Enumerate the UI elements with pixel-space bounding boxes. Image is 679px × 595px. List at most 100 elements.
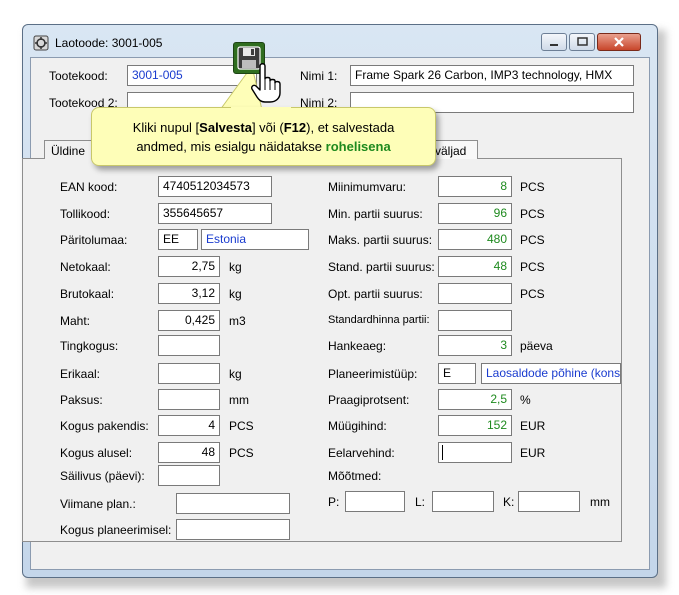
app-icon (33, 35, 49, 51)
p-label: P: (328, 495, 340, 509)
hand-pointer-icon (251, 63, 281, 103)
sailivus-label: Säilivus (päevi): (60, 469, 145, 483)
kogus-planeerimisel-field[interactable] (176, 519, 290, 540)
tooltip-text-a: Kliki nupul [ (132, 120, 200, 135)
miinimumvaru-label: Miinimumvaru: (328, 180, 407, 194)
maximize-icon (577, 37, 588, 46)
mm-unit: mm (590, 495, 610, 509)
netokaal-field[interactable]: 2,75 (158, 256, 220, 277)
muugihind-label: Müügihind: (328, 419, 387, 433)
maks-partii-unit: PCS (520, 233, 545, 247)
planeerimistuup-code-field[interactable]: E (438, 363, 476, 384)
tooltip-pointer-join (231, 107, 291, 109)
miinimumvaru-field[interactable]: 8 (438, 176, 512, 197)
sailivus-field[interactable] (158, 465, 220, 486)
ean-field[interactable]: 4740512034573 (158, 176, 272, 197)
erikaal-field[interactable] (158, 363, 220, 384)
text-cursor (442, 445, 443, 460)
tooltip-text-d: andmed, mis esialgu näidatakse (136, 139, 326, 154)
tooltip-bold-f12: F12 (283, 120, 307, 135)
k-label: K: (503, 495, 515, 509)
tooltip-bold-salvesta: Salvesta (199, 120, 252, 135)
tootekood-label: Tootekood: (49, 69, 108, 83)
kogus-alusel-label: Kogus alusel: (60, 446, 133, 460)
opt-partii-label: Opt. partii suurus: (328, 287, 423, 301)
opt-partii-field[interactable] (438, 283, 512, 304)
paritolumaa-name-field[interactable]: Estonia (201, 229, 309, 250)
min-partii-label: Min. partii suurus: (328, 207, 423, 221)
min-partii-field[interactable]: 96 (438, 203, 512, 224)
paritolumaa-code-field[interactable]: EE (158, 229, 198, 250)
standardhinna-partii-label: Standardhinna partii: (328, 314, 430, 326)
tab-uldine-label: Üldine (51, 144, 86, 158)
maht-field[interactable]: 0,425 (158, 310, 220, 331)
eelarvehind-unit: EUR (520, 446, 546, 460)
planeerimistuup-name-field[interactable]: Laosaldode põhine (konse (481, 363, 621, 384)
nimi1-field[interactable]: Frame Spark 26 Carbon, IMP3 technology, … (350, 65, 634, 86)
praagiprotsent-unit: % (520, 393, 531, 407)
maks-partii-label: Maks. partii suurus: (328, 233, 433, 247)
maht-label: Maht: (60, 314, 91, 328)
l-label: L: (415, 495, 426, 509)
erikaal-label: Erikaal: (60, 367, 101, 381)
close-button[interactable] (597, 33, 641, 51)
stand-partii-unit: PCS (520, 260, 545, 274)
kogus-pakendis-unit: PCS (229, 419, 254, 433)
praagiprotsent-label: Praagiprotsent: (328, 393, 410, 407)
erikaal-unit: kg (229, 367, 242, 381)
tooltip-line-1: Kliki nupul [Salvesta] või (F12), et sal… (92, 118, 435, 137)
tollikood-field[interactable]: 355645657 (158, 203, 272, 224)
praagiprotsent-field[interactable]: 2,5 (438, 389, 512, 410)
viimane-plan-label: Viimane plan.: (60, 497, 136, 511)
close-icon (614, 37, 624, 47)
kogus-planeerimisel-label: Kogus planeerimisel: (60, 523, 172, 537)
tooltip-text-c: ), et salvestada (306, 120, 395, 135)
stand-partii-label: Stand. partii suurus: (328, 260, 435, 274)
tooltip-green-word: rohelisena (325, 139, 391, 154)
brutokaal-unit: kg (229, 287, 242, 301)
brutokaal-field[interactable]: 3,12 (158, 283, 220, 304)
paksus-unit: mm (229, 393, 249, 407)
standardhinna-partii-field[interactable] (438, 310, 512, 331)
minimize-icon (550, 44, 558, 46)
hankeaeg-field[interactable]: 3 (438, 335, 512, 356)
kogus-alusel-unit: PCS (229, 446, 254, 460)
hankeaeg-unit: päeva (520, 339, 553, 353)
miinimumvaru-unit: PCS (520, 180, 545, 194)
kogus-pakendis-field[interactable]: 4 (158, 415, 220, 436)
planeerimistuup-label: Planeerimistüüp: (328, 367, 418, 381)
maks-partii-field[interactable]: 480 (438, 229, 512, 250)
minimize-button[interactable] (541, 33, 567, 51)
muugihind-field[interactable]: 152 (438, 415, 512, 436)
k-field[interactable] (518, 491, 580, 512)
opt-partii-unit: PCS (520, 287, 545, 301)
brutokaal-label: Brutokaal: (60, 287, 115, 301)
tab-uldine[interactable]: Üldine (44, 140, 92, 159)
tingkogus-field[interactable] (158, 335, 220, 356)
paritolumaa-label: Päritolumaa: (60, 233, 128, 247)
paksus-label: Paksus: (60, 393, 103, 407)
maximize-button[interactable] (569, 33, 595, 51)
viimane-plan-field[interactable] (176, 493, 290, 514)
p-field[interactable] (345, 491, 405, 512)
l-field[interactable] (432, 491, 494, 512)
netokaal-label: Netokaal: (60, 260, 111, 274)
tab-valjad-label: väljad (435, 144, 467, 158)
muugihind-unit: EUR (520, 419, 546, 433)
maht-unit: m3 (229, 314, 246, 328)
kogus-alusel-field[interactable]: 48 (158, 442, 220, 463)
tooltip-text-b: ] või ( (251, 120, 284, 135)
tingkogus-label: Tingkogus: (60, 339, 119, 353)
nimi1-label: Nimi 1: (300, 69, 338, 83)
kogus-pakendis-label: Kogus pakendis: (60, 419, 149, 433)
mootmed-label: Mõõtmed: (328, 469, 382, 483)
save-hint-tooltip: Kliki nupul [Salvesta] või (F12), et sal… (91, 107, 436, 166)
netokaal-unit: kg (229, 260, 242, 274)
hankeaeg-label: Hankeaeg: (328, 339, 387, 353)
paksus-field[interactable] (158, 389, 220, 410)
ean-label: EAN kood: (60, 180, 118, 194)
eelarvehind-field[interactable] (438, 442, 512, 463)
eelarvehind-label: Eelarvehind: (328, 446, 395, 460)
stand-partii-field[interactable]: 48 (438, 256, 512, 277)
tollikood-label: Tollikood: (60, 207, 111, 221)
